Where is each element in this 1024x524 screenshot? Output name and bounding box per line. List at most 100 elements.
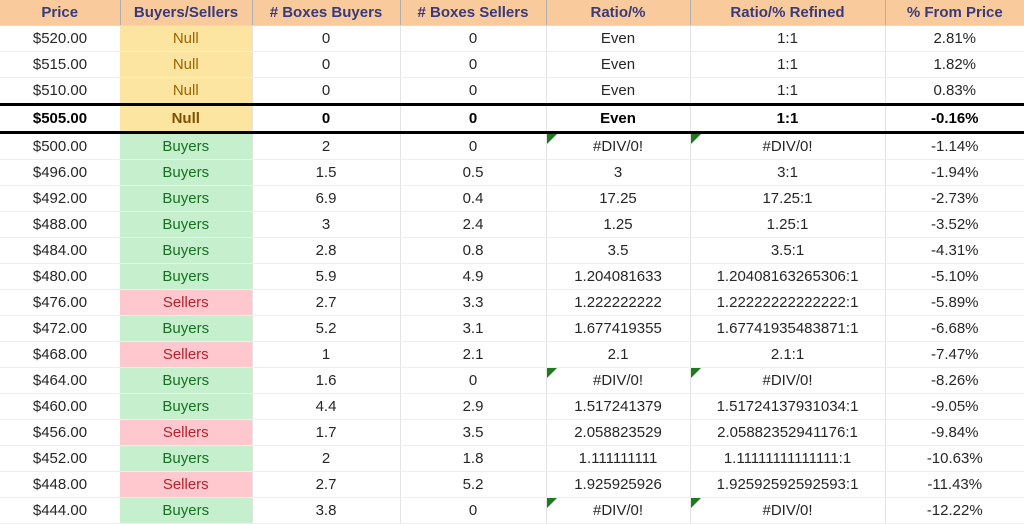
- cell-buyers-sellers[interactable]: Sellers: [120, 471, 253, 498]
- table-row[interactable]: $460.00 Buyers 4.4 2.9 1.517241379 1.51724137…: [0, 393, 1024, 420]
- cell-ratio[interactable]: Even: [546, 103, 691, 134]
- cell-boxes_sell[interactable]: 3.1: [400, 315, 547, 342]
- cell-ratio_ref[interactable]: 1.92592592592593:1: [690, 471, 886, 498]
- table-row[interactable]: $484.00 Buyers 2.8 0.8 3.5 3.5:1 -4.31%: [0, 237, 1024, 264]
- cell-boxes_buy[interactable]: 2.7: [252, 471, 401, 498]
- cell-price[interactable]: $472.00: [0, 315, 120, 342]
- cell-price[interactable]: $452.00: [0, 445, 120, 472]
- table-row[interactable]: $496.00 Buyers 1.5 0.5 3 3:1 -1.94%: [0, 159, 1024, 186]
- table-row[interactable]: $452.00 Buyers 2 1.8 1.111111111 1.1111111111…: [0, 445, 1024, 472]
- cell-boxes_buy[interactable]: 5.9: [252, 263, 401, 290]
- column-header-pct_from[interactable]: % From Price: [885, 0, 1024, 26]
- cell-buyers-sellers[interactable]: Buyers: [120, 445, 253, 472]
- cell-ratio_ref[interactable]: 2.1:1: [690, 341, 886, 368]
- cell-ratio_ref[interactable]: 1:1: [690, 25, 886, 52]
- column-header-boxes_buy[interactable]: # Boxes Buyers: [252, 0, 401, 26]
- cell-boxes_buy[interactable]: 3: [252, 211, 401, 238]
- cell-ratio[interactable]: 1.204081633: [546, 263, 691, 290]
- cell-buyers-sellers[interactable]: Buyers: [120, 159, 253, 186]
- cell-price[interactable]: $496.00: [0, 159, 120, 186]
- cell-buyers-sellers[interactable]: Buyers: [120, 132, 253, 160]
- cell-buyers-sellers[interactable]: Sellers: [120, 341, 253, 368]
- cell-buyers-sellers[interactable]: Buyers: [120, 497, 253, 524]
- cell-pct_from[interactable]: -2.73%: [885, 185, 1024, 212]
- cell-ratio[interactable]: 1.517241379: [546, 393, 691, 420]
- cell-boxes_sell[interactable]: 0: [400, 367, 547, 394]
- table-row[interactable]: $448.00 Sellers 2.7 5.2 1.925925926 1.9259259…: [0, 471, 1024, 498]
- cell-buyers-sellers[interactable]: Sellers: [120, 289, 253, 316]
- cell-buyers-sellers[interactable]: Sellers: [120, 419, 253, 446]
- table-row[interactable]: $476.00 Sellers 2.7 3.3 1.222222222 1.2222222…: [0, 289, 1024, 316]
- cell-ratio_ref[interactable]: 1:1: [690, 77, 886, 105]
- cell-price[interactable]: $468.00: [0, 341, 120, 368]
- cell-pct_from[interactable]: -1.14%: [885, 132, 1024, 160]
- cell-boxes_sell[interactable]: 0: [400, 497, 547, 524]
- table-row[interactable]: $505.00 Null 0 0 Even 1:1 -0.16%: [0, 103, 1024, 134]
- cell-price[interactable]: $500.00: [0, 132, 120, 160]
- cell-boxes_sell[interactable]: 0: [400, 25, 547, 52]
- cell-ratio_ref[interactable]: #DIV/0!: [690, 497, 886, 524]
- cell-pct_from[interactable]: -3.52%: [885, 211, 1024, 238]
- table-row[interactable]: $510.00 Null 0 0 Even 1:1 0.83%: [0, 77, 1024, 105]
- cell-price[interactable]: $480.00: [0, 263, 120, 290]
- cell-boxes_buy[interactable]: 6.9: [252, 185, 401, 212]
- cell-ratio[interactable]: #DIV/0!: [546, 367, 691, 394]
- cell-ratio[interactable]: 1.25: [546, 211, 691, 238]
- cell-pct_from[interactable]: -8.26%: [885, 367, 1024, 394]
- cell-ratio_ref[interactable]: 1.51724137931034:1: [690, 393, 886, 420]
- cell-boxes_sell[interactable]: 2.4: [400, 211, 547, 238]
- cell-ratio[interactable]: 1.677419355: [546, 315, 691, 342]
- cell-boxes_buy[interactable]: 3.8: [252, 497, 401, 524]
- cell-ratio_ref[interactable]: 1.20408163265306:1: [690, 263, 886, 290]
- cell-pct_from[interactable]: 2.81%: [885, 25, 1024, 52]
- cell-pct_from[interactable]: -9.05%: [885, 393, 1024, 420]
- cell-boxes_buy[interactable]: 0: [252, 77, 401, 105]
- cell-boxes_buy[interactable]: 2.7: [252, 289, 401, 316]
- cell-boxes_sell[interactable]: 3.5: [400, 419, 547, 446]
- cell-ratio_ref[interactable]: 1:1: [690, 103, 886, 134]
- cell-ratio_ref[interactable]: 1.25:1: [690, 211, 886, 238]
- cell-boxes_buy[interactable]: 2: [252, 132, 401, 160]
- cell-price[interactable]: $510.00: [0, 77, 120, 105]
- cell-buyers-sellers[interactable]: Buyers: [120, 263, 253, 290]
- cell-boxes_buy[interactable]: 2: [252, 445, 401, 472]
- cell-ratio[interactable]: 2.1: [546, 341, 691, 368]
- cell-boxes_sell[interactable]: 0.8: [400, 237, 547, 264]
- cell-ratio[interactable]: Even: [546, 77, 691, 105]
- cell-price[interactable]: $520.00: [0, 25, 120, 52]
- table-row[interactable]: $472.00 Buyers 5.2 3.1 1.677419355 1.67741935…: [0, 315, 1024, 342]
- cell-boxes_sell[interactable]: 1.8: [400, 445, 547, 472]
- cell-ratio_ref[interactable]: 2.05882352941176:1: [690, 419, 886, 446]
- cell-price[interactable]: $488.00: [0, 211, 120, 238]
- cell-boxes_buy[interactable]: 4.4: [252, 393, 401, 420]
- cell-ratio_ref[interactable]: 1.22222222222222:1: [690, 289, 886, 316]
- cell-boxes_sell[interactable]: 0: [400, 77, 547, 105]
- cell-ratio_ref[interactable]: 1.67741935483871:1: [690, 315, 886, 342]
- cell-price[interactable]: $448.00: [0, 471, 120, 498]
- cell-buyers-sellers[interactable]: Buyers: [120, 315, 253, 342]
- cell-boxes_buy[interactable]: 1.6: [252, 367, 401, 394]
- cell-ratio_ref[interactable]: 1:1: [690, 51, 886, 78]
- table-row[interactable]: $444.00 Buyers 3.8 0 #DIV/0! #DIV/0! -12.22%: [0, 497, 1024, 524]
- cell-ratio_ref[interactable]: 1.11111111111111:1: [690, 445, 886, 472]
- cell-pct_from[interactable]: -10.63%: [885, 445, 1024, 472]
- cell-pct_from[interactable]: -12.22%: [885, 497, 1024, 524]
- cell-ratio[interactable]: Even: [546, 25, 691, 52]
- column-header-boxes_sell[interactable]: # Boxes Sellers: [400, 0, 547, 26]
- table-row[interactable]: $492.00 Buyers 6.9 0.4 17.25 17.25:1 -2.73%: [0, 185, 1024, 212]
- column-header-side[interactable]: Buyers/Sellers: [120, 0, 253, 26]
- cell-buyers-sellers[interactable]: Null: [120, 103, 253, 134]
- cell-boxes_sell[interactable]: 3.3: [400, 289, 547, 316]
- cell-price[interactable]: $484.00: [0, 237, 120, 264]
- cell-price[interactable]: $476.00: [0, 289, 120, 316]
- cell-ratio[interactable]: 1.111111111: [546, 445, 691, 472]
- cell-ratio[interactable]: #DIV/0!: [546, 497, 691, 524]
- cell-ratio_ref[interactable]: 3.5:1: [690, 237, 886, 264]
- cell-pct_from[interactable]: -5.89%: [885, 289, 1024, 316]
- table-row[interactable]: $468.00 Sellers 1 2.1 2.1 2.1:1 -7.47%: [0, 341, 1024, 368]
- cell-ratio[interactable]: 1.222222222: [546, 289, 691, 316]
- cell-price[interactable]: $505.00: [0, 103, 120, 134]
- cell-boxes_buy[interactable]: 0: [252, 103, 401, 134]
- cell-price[interactable]: $456.00: [0, 419, 120, 446]
- cell-price[interactable]: $460.00: [0, 393, 120, 420]
